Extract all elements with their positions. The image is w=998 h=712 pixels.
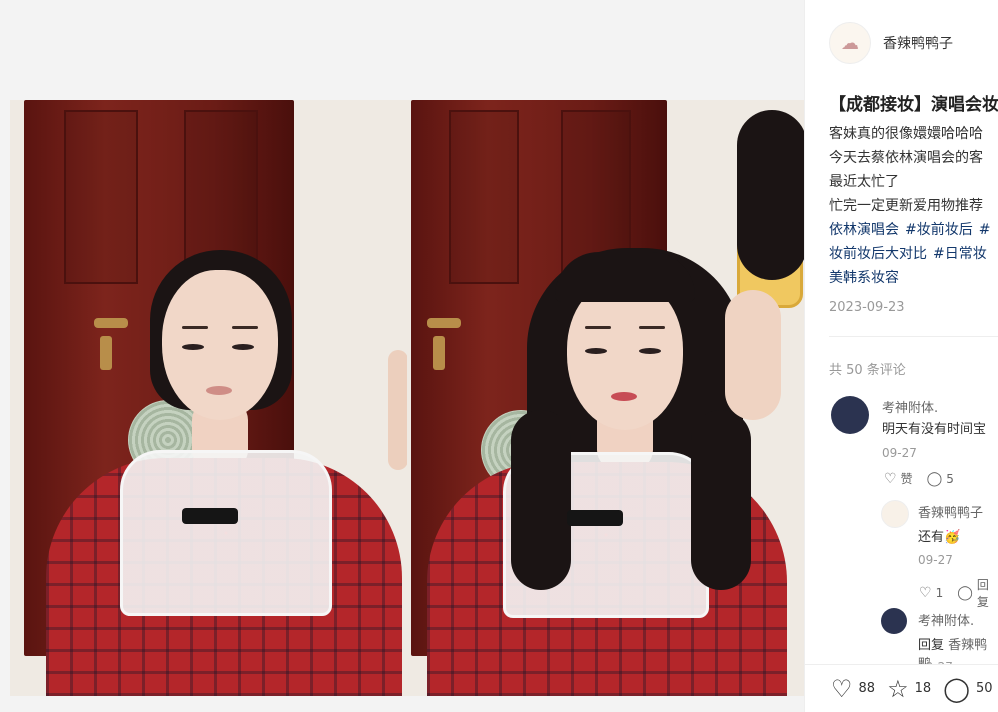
author-info[interactable]: ☁ 香辣鸭鸭子 bbox=[829, 22, 953, 64]
tag-line: 妆前妆后大对比 #日常妆 bbox=[829, 242, 998, 266]
comment-count-footer: 50 bbox=[975, 681, 993, 696]
comment-date: 09-27 bbox=[882, 446, 917, 460]
post-text-line: 忙完一定更新爱用物推荐 bbox=[829, 198, 983, 214]
hashtag[interactable]: #妆前妆后 bbox=[905, 222, 973, 238]
hashtag[interactable]: #日常妆 bbox=[933, 246, 987, 262]
star-icon: ☆ bbox=[887, 674, 909, 703]
reply-text: 还有🥳 bbox=[918, 530, 961, 545]
comment-icon[interactable]: ◯ bbox=[957, 585, 973, 601]
post-body: 客妹真的很像嬛嬛哈哈哈 今天去蔡依林演唱会的客 最近太忙了 忙完一定更新爱用物推… bbox=[829, 122, 998, 290]
comment-actions: ♡ 赞 ◯ 5 bbox=[884, 470, 954, 487]
reply-prefix: 回复 bbox=[918, 638, 945, 653]
comment-button[interactable]: ◯ 50 bbox=[943, 677, 992, 701]
comment-text: 明天有没有时间宝 bbox=[882, 422, 987, 437]
hashtag[interactable]: 妆前妆后大对比 bbox=[829, 246, 927, 262]
tag-line: 依林演唱会 #妆前妆后 # bbox=[829, 218, 998, 242]
after-photo bbox=[407, 100, 804, 696]
reply-count[interactable]: 5 bbox=[946, 472, 954, 486]
post-image[interactable] bbox=[10, 100, 804, 696]
like-count: 88 bbox=[858, 681, 876, 696]
reply-avatar[interactable] bbox=[881, 500, 909, 528]
reply-button[interactable]: 回复 bbox=[977, 576, 998, 610]
post-text-line: 最近太忙了 bbox=[829, 174, 899, 190]
post-text-line: 今天去蔡依林演唱会的客 bbox=[829, 150, 983, 166]
collect-count: 18 bbox=[914, 681, 932, 696]
comment-count: 共 50 条评论 bbox=[829, 363, 906, 378]
hashtag[interactable]: # bbox=[979, 222, 991, 238]
author-avatar[interactable]: ☁ bbox=[829, 22, 871, 64]
comment-icon[interactable]: ◯ bbox=[927, 471, 943, 487]
reply-actions: ♡ 1 ◯ 回复 bbox=[919, 576, 998, 610]
reply-author-name[interactable]: 香辣鸭鸭子 bbox=[918, 502, 983, 521]
reply-like-count[interactable]: 1 bbox=[936, 586, 944, 600]
reply-avatar[interactable] bbox=[881, 608, 907, 634]
tag-line: 美韩系妆容 bbox=[829, 266, 998, 290]
reply-date: 09-27 bbox=[918, 553, 953, 567]
commenter-name[interactable]: 考神附体. bbox=[882, 397, 938, 416]
author-name[interactable]: 香辣鸭鸭子 bbox=[883, 33, 953, 53]
before-photo bbox=[10, 100, 407, 696]
engagement-bar: ♡ 88 ☆ 18 ◯ 50 bbox=[805, 664, 998, 712]
note-detail-panel: ☁ 香辣鸭鸭子 【成都接妆】演唱会妆 客妹真的很像嬛嬛哈哈哈 今天去蔡依林演唱会… bbox=[804, 0, 998, 712]
comment-icon: ◯ bbox=[943, 674, 970, 703]
like-button[interactable]: ♡ 88 bbox=[831, 677, 875, 701]
hashtag[interactable]: 依林演唱会 bbox=[829, 222, 899, 238]
post-title: 【成都接妆】演唱会妆 bbox=[829, 95, 998, 115]
hashtag[interactable]: 美韩系妆容 bbox=[829, 270, 899, 286]
like-label[interactable]: 赞 bbox=[901, 470, 913, 487]
collect-button[interactable]: ☆ 18 bbox=[887, 677, 931, 701]
reply-author-name[interactable]: 考神附体. bbox=[918, 610, 974, 629]
heart-icon[interactable]: ♡ bbox=[884, 471, 897, 487]
commenter-avatar[interactable] bbox=[831, 396, 869, 434]
post-text-line: 客妹真的很像嬛嬛哈哈哈 bbox=[829, 126, 983, 142]
heart-icon[interactable]: ♡ bbox=[919, 585, 932, 601]
divider bbox=[829, 336, 998, 337]
heart-icon: ♡ bbox=[831, 674, 853, 703]
post-date: 2023-09-23 bbox=[829, 300, 905, 315]
